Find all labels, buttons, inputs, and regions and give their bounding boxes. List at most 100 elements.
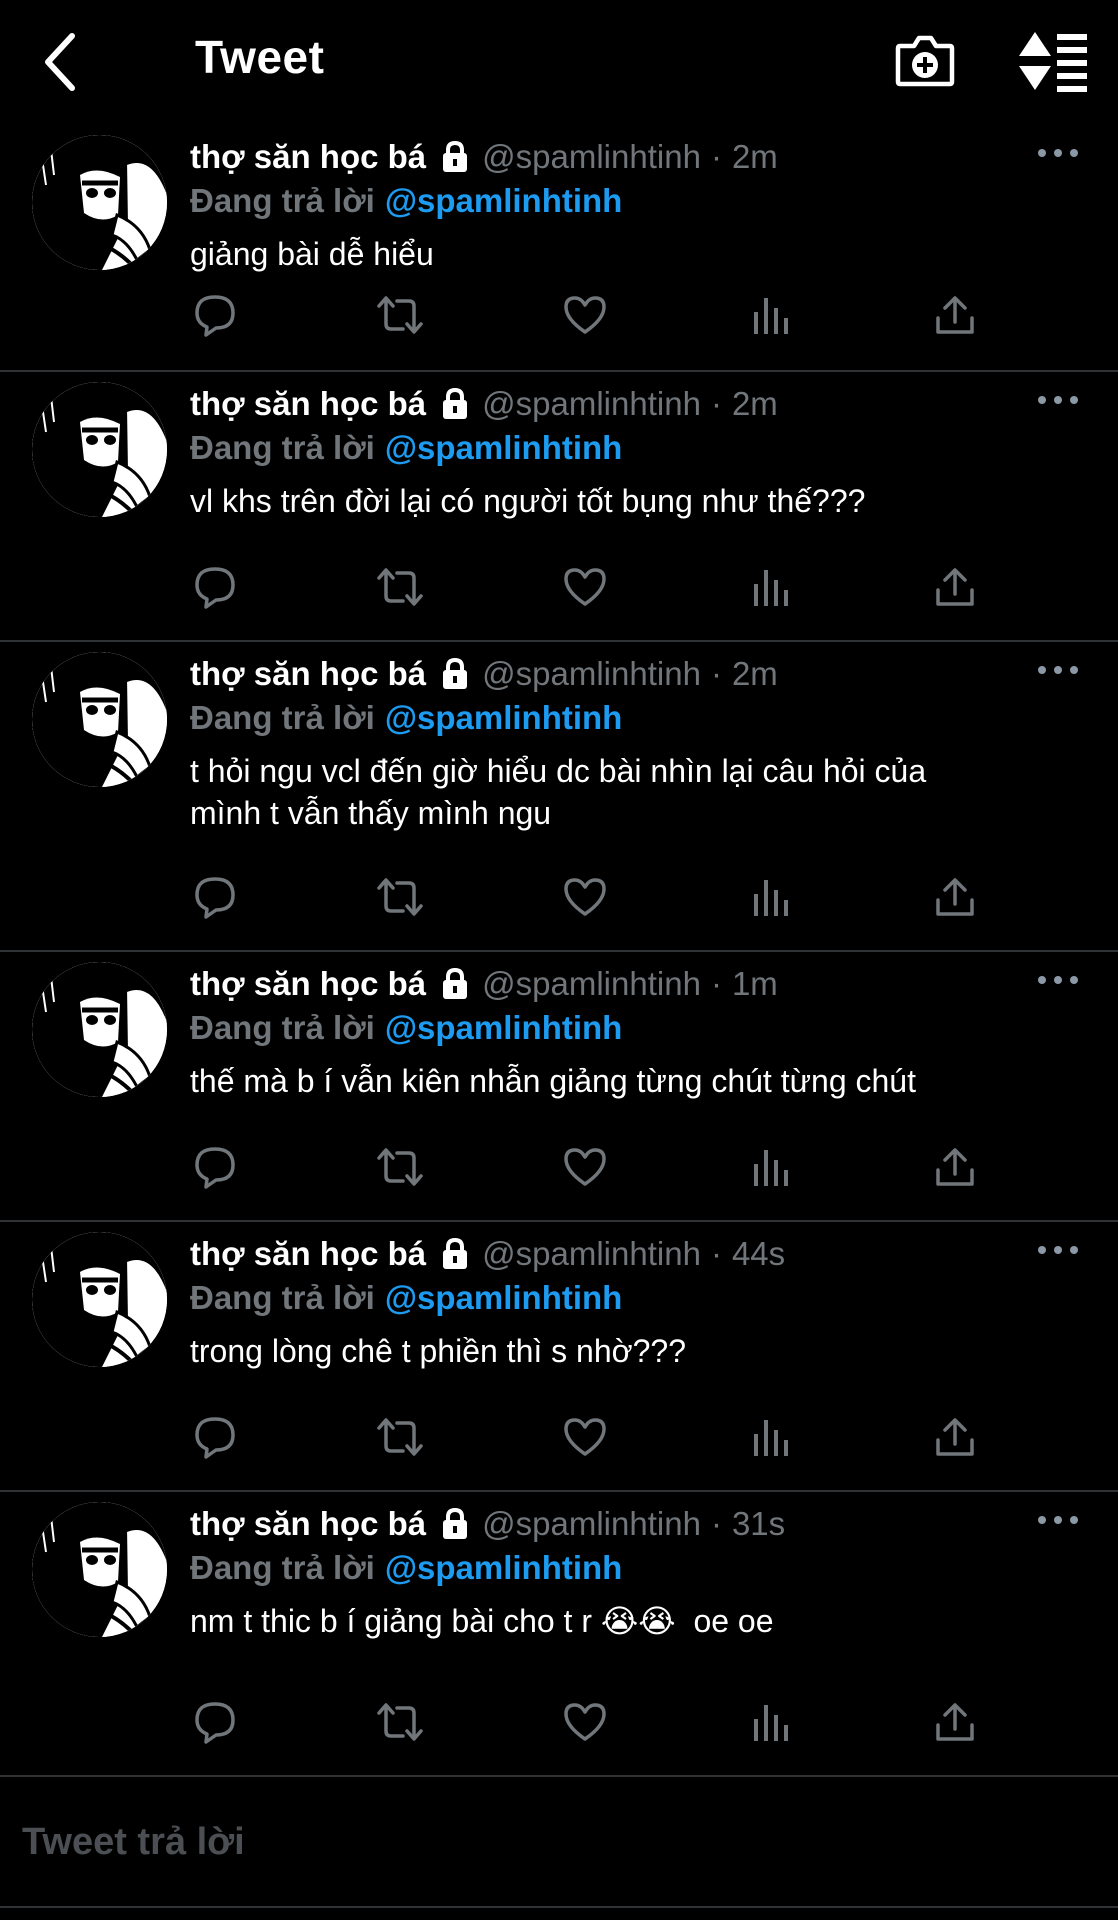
timestamp[interactable]: 2m	[732, 138, 778, 176]
avatar[interactable]	[32, 382, 167, 517]
timestamp[interactable]: 44s	[732, 1235, 785, 1273]
author-name[interactable]: thợ săn học bá	[190, 1235, 426, 1273]
author-handle[interactable]: @spamlinhtinh	[482, 385, 701, 423]
author-handle[interactable]: @spamlinhtinh	[482, 965, 701, 1003]
share-button[interactable]	[930, 1412, 980, 1462]
like-button[interactable]	[560, 872, 610, 922]
avatar[interactable]	[32, 1502, 167, 1637]
share-button[interactable]	[930, 1697, 980, 1747]
like-button[interactable]	[560, 1412, 610, 1462]
reply-mention-link[interactable]: @spamlinhtinh	[385, 182, 623, 220]
camera-plus-icon	[895, 35, 955, 87]
author-handle[interactable]: @spamlinhtinh	[482, 1505, 701, 1543]
reply-mention-link[interactable]: @spamlinhtinh	[385, 1009, 623, 1047]
reply-mention-link[interactable]: @spamlinhtinh	[385, 699, 623, 737]
retweet-button[interactable]	[375, 1412, 425, 1462]
sort-button[interactable]	[1015, 28, 1091, 94]
separator-dot: ·	[710, 1505, 722, 1542]
avatar[interactable]	[32, 652, 167, 787]
author-name[interactable]: thợ săn học bá	[190, 1505, 426, 1543]
tweet-actions	[190, 1412, 990, 1462]
camera-button[interactable]	[892, 28, 958, 94]
author-handle[interactable]: @spamlinhtinh	[482, 138, 701, 176]
reply-button[interactable]	[190, 562, 240, 612]
reply-input[interactable]: Tweet trả lời	[22, 1821, 245, 1864]
like-icon	[564, 878, 606, 916]
replying-to-label: Đang trả lời	[190, 1549, 375, 1586]
back-button[interactable]	[30, 22, 90, 102]
tweet-body: thợ săn học bá @spamlinhtinh · 44s Đang …	[190, 1232, 1078, 1372]
author-name[interactable]: thợ săn học bá	[190, 655, 426, 693]
reply-mention-link[interactable]: @spamlinhtinh	[385, 1279, 623, 1317]
like-button[interactable]	[560, 1142, 610, 1192]
retweet-icon	[377, 1703, 423, 1741]
share-button[interactable]	[930, 290, 980, 340]
analytics-button[interactable]	[745, 1697, 795, 1747]
retweet-button[interactable]	[375, 290, 425, 340]
analytics-button[interactable]	[745, 290, 795, 340]
reply-mention-link[interactable]: @spamlinhtinh	[385, 1549, 623, 1587]
replying-to-label: Đang trả lời	[190, 1009, 375, 1046]
avatar[interactable]	[32, 1232, 167, 1367]
reply-composer[interactable]: Tweet trả lời	[0, 1778, 1118, 1908]
separator-dot: ·	[710, 385, 722, 422]
lock-icon	[443, 657, 468, 689]
tweet-item[interactable]: thợ săn học bá @spamlinhtinh · 31s Đang …	[0, 1492, 1118, 1777]
timestamp[interactable]: 31s	[732, 1505, 785, 1543]
reply-button[interactable]	[190, 1142, 240, 1192]
retweet-button[interactable]	[375, 562, 425, 612]
share-button[interactable]	[930, 562, 980, 612]
reply-button[interactable]	[190, 290, 240, 340]
tweet-item[interactable]: thợ săn học bá @spamlinhtinh · 2m Đang t…	[0, 372, 1118, 642]
analytics-button[interactable]	[745, 562, 795, 612]
lock-icon	[443, 1237, 468, 1269]
tweet-item[interactable]: thợ săn học bá @spamlinhtinh · 2m Đang t…	[0, 642, 1118, 952]
author-name[interactable]: thợ săn học bá	[190, 385, 426, 423]
retweet-button[interactable]	[375, 872, 425, 922]
analytics-button[interactable]	[745, 1412, 795, 1462]
tweet-header: thợ săn học bá @spamlinhtinh · 1m	[190, 962, 1078, 1006]
avatar[interactable]	[32, 962, 167, 1097]
share-button[interactable]	[930, 1142, 980, 1192]
share-icon	[936, 296, 974, 334]
share-icon	[936, 568, 974, 606]
avatar[interactable]	[32, 135, 167, 270]
reply-button[interactable]	[190, 1412, 240, 1462]
share-icon	[936, 1418, 974, 1456]
retweet-button[interactable]	[375, 1697, 425, 1747]
replying-to: Đang trả lời @spamlinhtinh	[190, 1276, 1078, 1320]
reply-icon	[195, 1147, 235, 1189]
tweet-item[interactable]: thợ săn học bá @spamlinhtinh · 44s Đang …	[0, 1222, 1118, 1492]
like-icon	[564, 296, 606, 334]
tweet-body: thợ săn học bá @spamlinhtinh · 2m Đang t…	[190, 382, 1078, 522]
retweet-button[interactable]	[375, 1142, 425, 1192]
tweet-item[interactable]: thợ săn học bá @spamlinhtinh · 1m Đang t…	[0, 952, 1118, 1222]
tweet-actions	[190, 872, 990, 922]
author-name[interactable]: thợ săn học bá	[190, 965, 426, 1003]
replying-to: Đang trả lời @spamlinhtinh	[190, 1006, 1078, 1050]
analytics-button[interactable]	[745, 1142, 795, 1192]
analytics-button[interactable]	[745, 872, 795, 922]
tweet-item[interactable]: thợ săn học bá @spamlinhtinh · 2m Đang t…	[0, 125, 1118, 372]
retweet-icon	[377, 1418, 423, 1456]
retweet-icon	[377, 878, 423, 916]
like-button[interactable]	[560, 1697, 610, 1747]
timestamp[interactable]: 2m	[732, 655, 778, 693]
reply-icon	[195, 567, 235, 609]
timestamp[interactable]: 2m	[732, 385, 778, 423]
tweet-body: thợ săn học bá @spamlinhtinh · 31s Đang …	[190, 1502, 1078, 1642]
reply-button[interactable]	[190, 1697, 240, 1747]
like-button[interactable]	[560, 290, 610, 340]
separator-dot: ·	[710, 138, 722, 175]
reply-button[interactable]	[190, 872, 240, 922]
author-handle[interactable]: @spamlinhtinh	[482, 655, 701, 693]
timestamp[interactable]: 1m	[732, 965, 778, 1003]
like-button[interactable]	[560, 562, 610, 612]
lock-icon	[443, 387, 468, 419]
author-name[interactable]: thợ săn học bá	[190, 138, 426, 176]
author-handle[interactable]: @spamlinhtinh	[482, 1235, 701, 1273]
retweet-icon	[377, 1148, 423, 1186]
like-icon	[564, 1703, 606, 1741]
share-button[interactable]	[930, 872, 980, 922]
reply-mention-link[interactable]: @spamlinhtinh	[385, 429, 623, 467]
